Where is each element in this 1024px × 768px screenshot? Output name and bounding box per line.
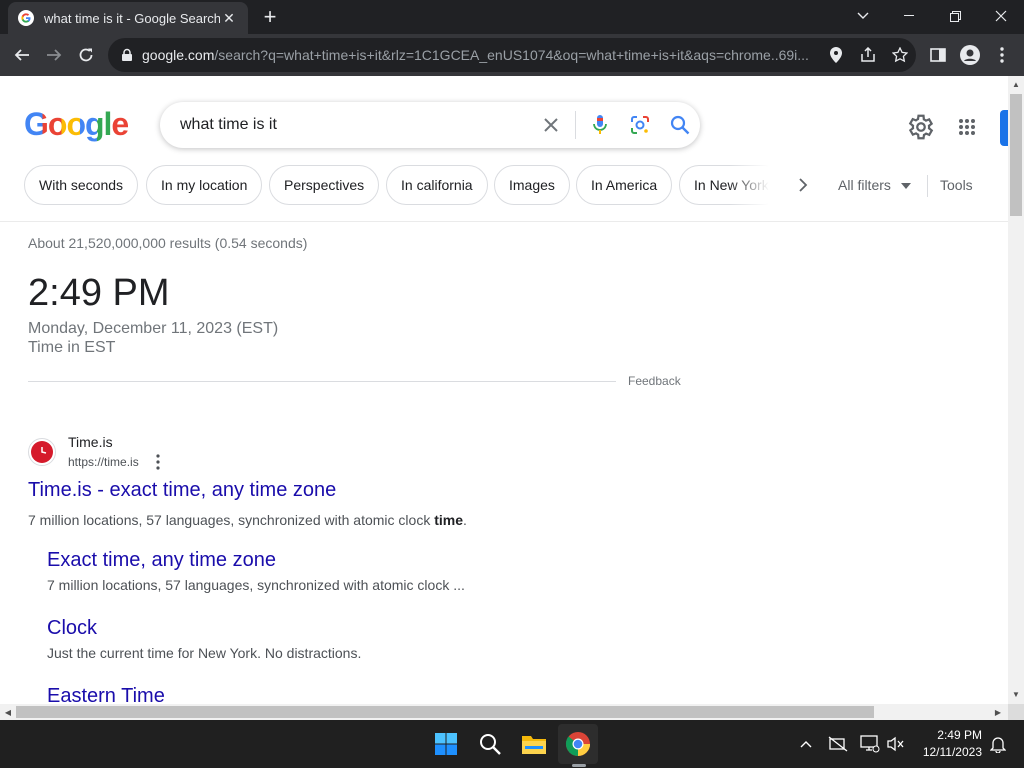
result-more-options-icon[interactable] — [150, 453, 166, 471]
scroll-left-arrow-icon[interactable]: ◀ — [2, 706, 14, 718]
google-favicon-icon — [18, 10, 34, 26]
all-filters-button[interactable]: All filters — [838, 177, 911, 193]
chip-in-california[interactable]: In california — [386, 165, 488, 205]
lock-icon — [122, 48, 132, 61]
all-filters-label: All filters — [838, 177, 891, 193]
url-text: google.com/search?q=what+time+is+it&rlz=… — [142, 47, 809, 63]
volume-muted-icon[interactable] — [884, 732, 908, 756]
notifications-bell-icon[interactable] — [986, 732, 1010, 756]
profile-avatar-icon[interactable] — [958, 43, 982, 67]
forward-arrow-icon — [47, 49, 62, 61]
time-zone-label: Time in EST — [28, 339, 116, 356]
search-submit-icon[interactable] — [660, 102, 700, 148]
minimize-button[interactable] — [886, 0, 932, 32]
browser-tab[interactable]: what time is it - Google Search ✕ — [8, 2, 248, 34]
settings-gear-icon[interactable] — [906, 112, 936, 142]
dropdown-caret-icon — [900, 183, 911, 190]
search-icon — [480, 734, 501, 755]
sitelink-title[interactable]: Eastern Time — [47, 685, 165, 704]
back-button[interactable] — [10, 43, 34, 67]
browser-tab-bar: what time is it - Google Search ✕ + — [0, 0, 1024, 34]
restore-button[interactable] — [932, 0, 978, 32]
current-date: Monday, December 11, 2023 (EST) — [28, 320, 279, 337]
network-disconnected-icon[interactable] — [826, 732, 850, 756]
chip-with-seconds[interactable]: With seconds — [24, 165, 139, 205]
file-explorer-button[interactable] — [514, 724, 554, 764]
active-app-indicator — [572, 764, 586, 767]
forward-button[interactable] — [42, 43, 66, 67]
current-time: 2:49 PM — [28, 272, 170, 314]
chips-fade-overlay — [729, 165, 769, 205]
scroll-right-arrow-icon[interactable]: ▶ — [992, 706, 1004, 718]
location-pin-icon[interactable] — [820, 38, 852, 72]
browser-toolbar: google.com/search?q=what+time+is+it&rlz=… — [0, 34, 1024, 76]
lens-camera-icon[interactable] — [620, 102, 660, 148]
scrollbar-corner — [1008, 704, 1024, 720]
result-snippet: 7 million locations, 57 languages, synch… — [28, 512, 467, 528]
side-panel-icon[interactable] — [926, 43, 950, 67]
google-doodle-logo[interactable]: Google — [24, 106, 129, 143]
result-stats: About 21,520,000,000 results (0.54 secon… — [28, 235, 308, 251]
windows-taskbar: 2:49 PM 12/11/2023 — [0, 720, 1024, 768]
taskbar-clock-time[interactable]: 2:49 PM — [920, 728, 982, 742]
chip-in-america[interactable]: In America — [576, 165, 673, 205]
header-divider — [0, 221, 1008, 222]
horizontal-scroll-thumb[interactable] — [16, 706, 874, 718]
show-hidden-icons-chevron-icon[interactable] — [794, 732, 818, 756]
taskbar-clock-date[interactable]: 12/11/2023 — [920, 745, 982, 759]
close-window-button[interactable] — [978, 0, 1024, 32]
close-tab-icon[interactable]: ✕ — [220, 10, 238, 27]
chips-next-chevron-icon[interactable] — [792, 174, 814, 196]
sitelink-snippet: 7 million locations, 57 languages, synch… — [47, 577, 465, 593]
feedback-link[interactable]: Feedback — [628, 374, 681, 388]
reload-button[interactable] — [74, 43, 98, 67]
clear-search-icon[interactable] — [531, 102, 571, 148]
share-icon[interactable] — [852, 38, 884, 72]
sitelink-title[interactable]: Clock — [47, 617, 97, 640]
reload-icon — [79, 48, 93, 62]
address-bar[interactable]: google.com/search?q=what+time+is+it&rlz=… — [108, 38, 916, 72]
sign-in-button-edge[interactable] — [1000, 110, 1008, 146]
search-results-page: Google what time is it With seconds In m… — [0, 76, 1008, 704]
chrome-taskbar-button[interactable] — [558, 724, 598, 764]
display-network-icon[interactable] — [858, 732, 882, 756]
tools-button[interactable]: Tools — [940, 177, 973, 193]
result-site-name[interactable]: Time.is — [68, 434, 113, 450]
taskbar-search-button[interactable] — [470, 724, 510, 764]
time-is-favicon-icon — [28, 438, 56, 466]
back-arrow-icon — [14, 49, 29, 61]
search-chips-row: With seconds In my location Perspectives… — [24, 165, 769, 205]
vertical-scroll-thumb[interactable] — [1010, 94, 1022, 216]
result-title-link[interactable]: Time.is - exact time, any time zone — [28, 479, 336, 502]
folder-icon — [522, 736, 546, 754]
voice-search-mic-icon[interactable] — [580, 102, 620, 148]
sitelink-title[interactable]: Exact time, any time zone — [47, 549, 276, 572]
new-tab-button[interactable]: + — [258, 6, 282, 30]
browser-menu-icon[interactable] — [990, 43, 1014, 67]
scroll-up-arrow-icon[interactable]: ▲ — [1010, 78, 1022, 90]
google-apps-grid-icon[interactable] — [952, 112, 982, 142]
vertical-scrollbar[interactable]: ▲ ▼ — [1008, 76, 1024, 704]
time-card-divider — [28, 381, 616, 382]
chip-images[interactable]: Images — [494, 165, 570, 205]
result-site-url[interactable]: https://time.is — [68, 455, 139, 469]
start-button[interactable] — [426, 724, 466, 764]
search-input[interactable]: what time is it — [180, 116, 531, 134]
tools-divider — [927, 175, 928, 197]
chip-perspectives[interactable]: Perspectives — [269, 165, 380, 205]
scroll-down-arrow-icon[interactable]: ▼ — [1010, 688, 1022, 700]
horizontal-scrollbar[interactable]: ◀ ▶ — [0, 704, 1008, 720]
search-box[interactable]: what time is it — [160, 102, 700, 148]
bookmark-star-icon[interactable] — [884, 38, 916, 72]
windows-logo-icon — [435, 733, 457, 755]
search-box-divider — [575, 111, 576, 139]
tab-title: what time is it - Google Search — [44, 10, 220, 26]
tab-search-icon[interactable] — [840, 0, 886, 32]
sitelink-snippet: Just the current time for New York. No d… — [47, 645, 362, 661]
chip-in-my-location[interactable]: In my location — [146, 165, 263, 205]
chrome-icon — [565, 732, 590, 756]
